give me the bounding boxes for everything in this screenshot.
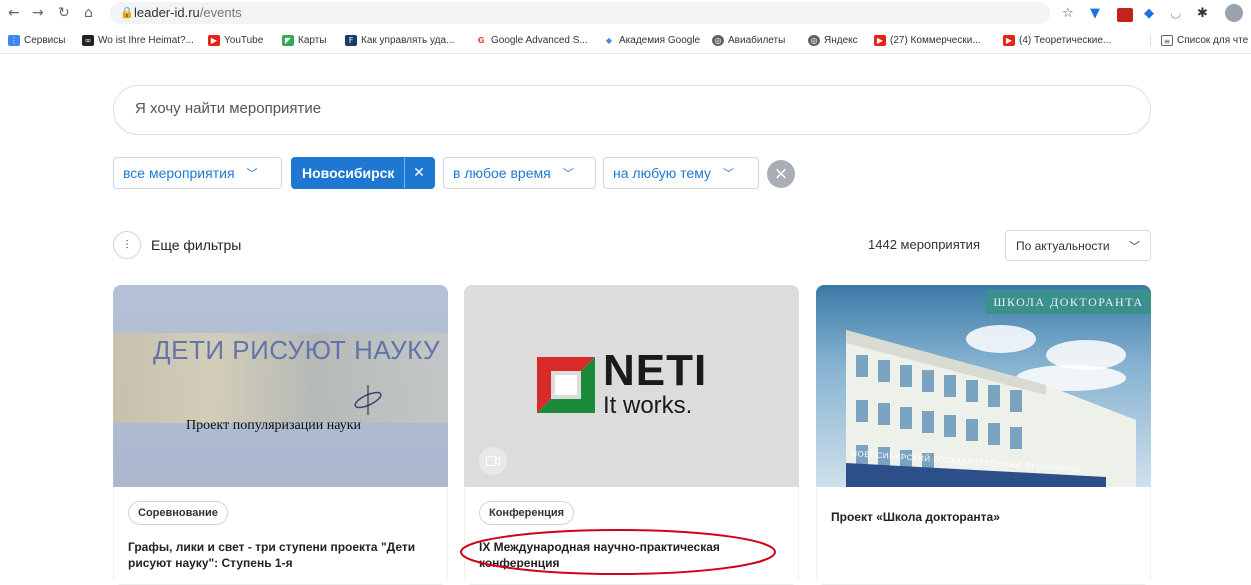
google-icon: G	[475, 35, 487, 46]
neti-tagline: It works.	[603, 392, 693, 419]
bookmark-label: Как управлять уда...	[361, 35, 455, 46]
globe-icon: ◎	[808, 35, 820, 46]
bookmark-item[interactable]: ◎ Яндекс	[808, 35, 858, 46]
academy-icon: ◆	[603, 35, 615, 46]
atom-icon	[354, 385, 382, 415]
event-title[interactable]: Проект «Школа докторанта»	[831, 509, 1136, 525]
extension-icon[interactable]: ◆	[1144, 6, 1154, 21]
pocket-icon[interactable]: ◡	[1170, 6, 1181, 21]
bookmark-label: Карты	[298, 35, 327, 46]
bookmark-label: Google Advanced S...	[491, 35, 588, 46]
sliders-icon: ⫶	[113, 231, 141, 259]
cover-banner: ШКОЛА ДОКТОРАНТА	[986, 290, 1151, 314]
bookmark-label: (27) Коммерчески...	[890, 35, 981, 46]
chevron-down-icon: ﹀	[723, 167, 734, 180]
maps-icon: ◤	[282, 35, 294, 46]
bookmark-label: YouTube	[224, 35, 264, 46]
more-filters-button[interactable]: ⫶ Еще фильтры	[113, 231, 241, 259]
puzzle-icon[interactable]: ✱	[1197, 6, 1208, 21]
bookmark-item[interactable]: ◤ Карты	[282, 35, 327, 46]
event-category-tag: Конференция	[479, 501, 575, 525]
sort-label: По актуальности	[1016, 238, 1110, 253]
bookmark-label: Сервисы	[24, 35, 66, 46]
event-cover-image: ДЕТИ РИСУЮТ НАУКУ Проект популяризации н…	[113, 285, 448, 487]
event-cover-image: NETI It works.	[464, 285, 799, 487]
event-category-tag: Соревнование	[128, 501, 228, 525]
bookmark-item[interactable]: G Google Advanced S...	[475, 35, 588, 46]
reload-icon[interactable]: ↻	[58, 5, 70, 21]
topic-dropdown[interactable]: на любую тему ﹀	[603, 157, 759, 189]
city-label: Новосибирск	[302, 165, 395, 181]
more-filters-label: Еще фильтры	[151, 237, 242, 253]
bookmark-label: Список для чте	[1177, 35, 1249, 46]
chevron-down-icon: ﹀	[562, 167, 574, 180]
bookmarks-bar: ⋮ Сервисы ∞ Wo ist Ihre Heimat?... ▶ You…	[0, 30, 1251, 54]
bookmark-services[interactable]: ⋮ Сервисы	[8, 35, 65, 46]
card-body: Проект «Школа докторанта»	[816, 487, 1151, 585]
home-icon[interactable]: ⌂	[84, 5, 93, 21]
chevron-down-icon: ﹀	[1129, 239, 1140, 253]
search-input[interactable]	[135, 100, 1035, 117]
neti-logo-icon	[537, 357, 595, 413]
remove-city-icon[interactable]: ✕	[404, 158, 432, 188]
event-type-label: все мероприятия	[123, 165, 235, 181]
f-logo-icon: F	[345, 35, 357, 46]
bookmark-item[interactable]: ▶ YouTube	[208, 35, 263, 46]
annotation-ellipse	[460, 529, 776, 575]
event-card[interactable]: ДЕТИ РИСУЮТ НАУКУ Проект популяризации н…	[113, 285, 448, 585]
extension-icon[interactable]	[1117, 8, 1133, 22]
bookmark-item[interactable]: ∞ Wo ist Ihre Heimat?...	[82, 35, 194, 46]
url-text: leader-id.ru/events	[134, 5, 242, 20]
profile-avatar[interactable]	[1225, 4, 1243, 22]
event-card[interactable]: НОВОСИБИРСКИЙ ГОСУДАРСТВЕННЫЙ ЭКОНОМИЧЕС…	[816, 285, 1151, 585]
youtube-icon: ▶	[1003, 35, 1015, 46]
results-count: 1442 мероприятия	[868, 237, 980, 252]
bookmark-item[interactable]: F Как управлять уда...	[345, 35, 454, 46]
card-body: Соревнование Графы, лики и свет - три ст…	[113, 487, 448, 585]
bookmark-label: Авиабилеты	[728, 35, 786, 46]
video-camera-icon	[479, 447, 507, 475]
time-dropdown[interactable]: в любое время ﹀	[443, 157, 596, 189]
event-type-dropdown[interactable]: все мероприятия ﹀	[113, 157, 282, 189]
bookmark-label: Академия Google	[619, 35, 701, 46]
cover-subtitle: Проект популяризации науки	[186, 418, 362, 433]
extension-icon[interactable]: ▼	[1090, 6, 1100, 21]
bookmark-item[interactable]: ◆ Академия Google	[603, 35, 700, 46]
event-title[interactable]: Графы, лики и свет - три ступени проекта…	[128, 539, 433, 571]
event-search[interactable]	[113, 85, 1151, 135]
globe-icon: ◎	[712, 35, 724, 46]
chevron-down-icon: ﹀	[246, 167, 258, 180]
star-icon[interactable]: ☆	[1062, 6, 1074, 21]
reading-list[interactable]: ≡ Список для чте	[1150, 35, 1248, 46]
back-icon[interactable]: ←	[8, 5, 20, 21]
apps-grid-icon: ⋮	[8, 35, 20, 46]
topic-label: на любую тему	[613, 165, 711, 181]
bookmark-item[interactable]: ▶ (27) Коммерчески...	[874, 35, 981, 46]
lock-icon: 🔒	[120, 6, 134, 19]
link-icon: ∞	[82, 35, 94, 46]
sort-dropdown[interactable]: По актуальности ﹀	[1005, 230, 1151, 261]
browser-toolbar: ← → ↻ ⌂ 🔒 leader-id.ru/events ☆ ▼ ◆ ◡ ✱	[0, 0, 1251, 30]
city-filter-chip[interactable]: Новосибирск ✕	[291, 157, 435, 189]
youtube-icon: ▶	[874, 35, 886, 46]
bookmark-label: Яндекс	[824, 35, 858, 46]
event-cover-image: НОВОСИБИРСКИЙ ГОСУДАРСТВЕННЫЙ ЭКОНОМИЧЕС…	[816, 285, 1151, 487]
time-label: в любое время	[453, 165, 551, 181]
forward-icon[interactable]: →	[32, 5, 44, 21]
reading-list-icon: ≡	[1161, 35, 1173, 46]
bookmark-item[interactable]: ◎ Авиабилеты	[712, 35, 785, 46]
clear-filters-button[interactable]: ×	[767, 160, 795, 188]
youtube-icon: ▶	[208, 35, 220, 46]
cover-title: ДЕТИ РИСУЮТ НАУКУ	[153, 335, 441, 365]
bookmark-label: Wo ist Ihre Heimat?...	[98, 35, 194, 46]
bookmark-item[interactable]: ▶ (4) Теоретические...	[1003, 35, 1111, 46]
bookmark-label: (4) Теоретические...	[1019, 35, 1112, 46]
close-icon: ×	[773, 164, 789, 184]
neti-wordmark: NETI	[603, 346, 708, 395]
address-bar[interactable]: 🔒 leader-id.ru/events	[110, 2, 1050, 24]
